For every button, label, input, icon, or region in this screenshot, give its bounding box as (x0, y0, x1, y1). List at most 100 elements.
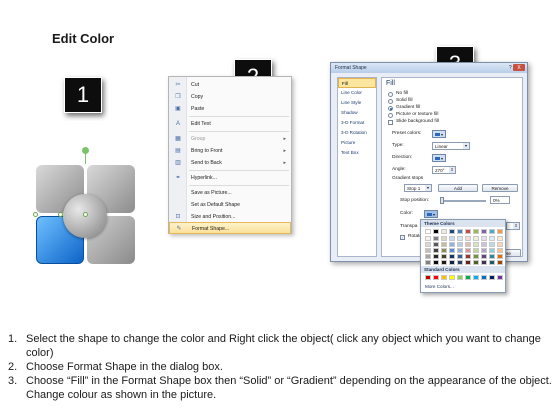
resize-handle-left[interactable] (33, 212, 38, 217)
theme-color-swatch[interactable] (449, 260, 455, 265)
nav-item-picture[interactable]: Picture (338, 138, 376, 148)
theme-color-swatch[interactable] (441, 248, 447, 253)
theme-color-swatch[interactable] (473, 242, 479, 247)
theme-color-swatch[interactable] (473, 260, 479, 265)
standard-color-swatch[interactable] (489, 275, 495, 280)
remove-stop-button[interactable]: Remove (482, 184, 518, 192)
theme-color-swatch[interactable] (473, 236, 479, 241)
theme-color-swatch[interactable] (481, 236, 487, 241)
radio-picture-fill[interactable] (388, 113, 393, 118)
theme-color-swatch[interactable] (489, 254, 495, 259)
theme-color-swatch[interactable] (465, 229, 471, 234)
standard-color-swatch[interactable] (473, 275, 479, 280)
menu-item-edit-text[interactable]: A Edit Text (169, 118, 291, 130)
theme-color-swatch[interactable] (481, 229, 487, 234)
standard-color-swatch[interactable] (441, 275, 447, 280)
theme-color-swatch[interactable] (433, 260, 439, 265)
menu-item-group[interactable]: ▦ Group ▸ (169, 133, 291, 145)
theme-color-swatch[interactable] (425, 242, 431, 247)
theme-color-swatch[interactable] (425, 254, 431, 259)
stop-position-slider[interactable] (440, 200, 486, 202)
theme-color-swatch[interactable] (449, 242, 455, 247)
nav-item-shadow[interactable]: Shadow (338, 108, 376, 118)
menu-item-copy[interactable]: ❐ Copy (169, 91, 291, 103)
theme-color-swatch[interactable] (481, 248, 487, 253)
stop-position-input[interactable]: 0% (490, 196, 510, 204)
theme-color-swatch[interactable] (465, 254, 471, 259)
standard-color-swatch[interactable] (497, 275, 503, 280)
theme-color-swatch[interactable] (441, 254, 447, 259)
theme-color-swatch[interactable] (465, 242, 471, 247)
theme-color-swatch[interactable] (433, 236, 439, 241)
theme-color-swatch[interactable] (481, 242, 487, 247)
stop-select[interactable]: Stop 1 ▾ (404, 184, 432, 192)
add-stop-button[interactable]: Add (438, 184, 478, 192)
standard-color-swatch[interactable] (457, 275, 463, 280)
radio-gradient-fill[interactable] (388, 106, 393, 111)
theme-color-swatch[interactable] (433, 248, 439, 253)
theme-color-swatch[interactable] (449, 248, 455, 253)
theme-color-swatch[interactable] (497, 236, 503, 241)
radio-no-fill[interactable] (388, 92, 393, 97)
direction-button[interactable]: ▾ (432, 154, 446, 162)
theme-color-swatch[interactable] (433, 254, 439, 259)
more-colors-link[interactable]: More Colors... (425, 284, 454, 289)
nav-item-3d-format[interactable]: 3-D Format (338, 118, 376, 128)
theme-color-swatch[interactable] (473, 229, 479, 234)
color-picker-button[interactable]: ▾ (424, 210, 438, 218)
menu-item-bring-to-front[interactable]: ▤ Bring to Front ▸ (169, 145, 291, 157)
theme-color-swatch[interactable] (497, 242, 503, 247)
standard-color-swatch[interactable] (425, 275, 431, 280)
theme-color-swatch[interactable] (481, 254, 487, 259)
nav-item-fill[interactable]: Fill (338, 78, 376, 88)
theme-color-swatch[interactable] (441, 242, 447, 247)
theme-color-swatch[interactable] (473, 248, 479, 253)
standard-color-swatch[interactable] (449, 275, 455, 280)
slide-background-checkbox[interactable] (388, 120, 393, 125)
theme-color-swatch[interactable] (497, 248, 503, 253)
stop-position-thumb[interactable] (440, 197, 444, 204)
theme-color-swatch[interactable] (441, 229, 447, 234)
standard-color-swatch[interactable] (465, 275, 471, 280)
selected-shape[interactable] (30, 147, 140, 270)
menu-item-format-shape[interactable]: ✎ Format Shape... (169, 222, 291, 234)
preset-colors-button[interactable]: ▾ (432, 130, 446, 138)
theme-color-swatch[interactable] (441, 236, 447, 241)
theme-color-swatch[interactable] (425, 229, 431, 234)
theme-color-swatch[interactable] (433, 242, 439, 247)
theme-color-swatch[interactable] (465, 260, 471, 265)
standard-color-swatch[interactable] (433, 275, 439, 280)
resize-handle-mid[interactable] (58, 212, 63, 217)
theme-color-swatch[interactable] (457, 236, 463, 241)
theme-color-swatch[interactable] (425, 236, 431, 241)
standard-color-swatch[interactable] (481, 275, 487, 280)
theme-color-swatch[interactable] (457, 229, 463, 234)
transparency-input[interactable]: ⇕ (506, 222, 520, 230)
menu-item-cut[interactable]: ✂ Cut (169, 79, 291, 91)
rotate-checkbox[interactable]: ✓ (400, 235, 405, 240)
menu-item-hyperlink[interactable]: ⚭ Hyperlink... (169, 172, 291, 184)
menu-item-set-default-shape[interactable]: Set as Default Shape (169, 199, 291, 211)
nav-item-line-style[interactable]: Line Style (338, 98, 376, 108)
theme-color-swatch[interactable] (441, 260, 447, 265)
theme-color-swatch[interactable] (473, 254, 479, 259)
nav-item-line-color[interactable]: Line Color (338, 88, 376, 98)
theme-color-swatch[interactable] (433, 229, 439, 234)
theme-color-swatch[interactable] (481, 260, 487, 265)
help-icon[interactable]: ? (509, 65, 512, 71)
theme-color-swatch[interactable] (449, 236, 455, 241)
theme-color-swatch[interactable] (449, 254, 455, 259)
menu-item-send-to-back[interactable]: ▥ Send to Back ▸ (169, 157, 291, 169)
menu-item-save-as-picture[interactable]: Save as Picture... (169, 187, 291, 199)
theme-color-swatch[interactable] (489, 260, 495, 265)
theme-color-swatch[interactable] (489, 229, 495, 234)
theme-color-swatch[interactable] (449, 229, 455, 234)
theme-color-swatch[interactable] (457, 242, 463, 247)
angle-input[interactable]: 270° ⇕ (432, 166, 456, 174)
type-select[interactable]: Linear ▾ (432, 142, 470, 150)
dialog-title-bar[interactable]: Format Shape ? X (331, 63, 527, 73)
radio-solid-fill[interactable] (388, 99, 393, 104)
menu-item-paste[interactable]: ▣ Paste (169, 103, 291, 115)
nav-item-text-box[interactable]: Text Box (338, 148, 376, 158)
theme-color-swatch[interactable] (497, 229, 503, 234)
